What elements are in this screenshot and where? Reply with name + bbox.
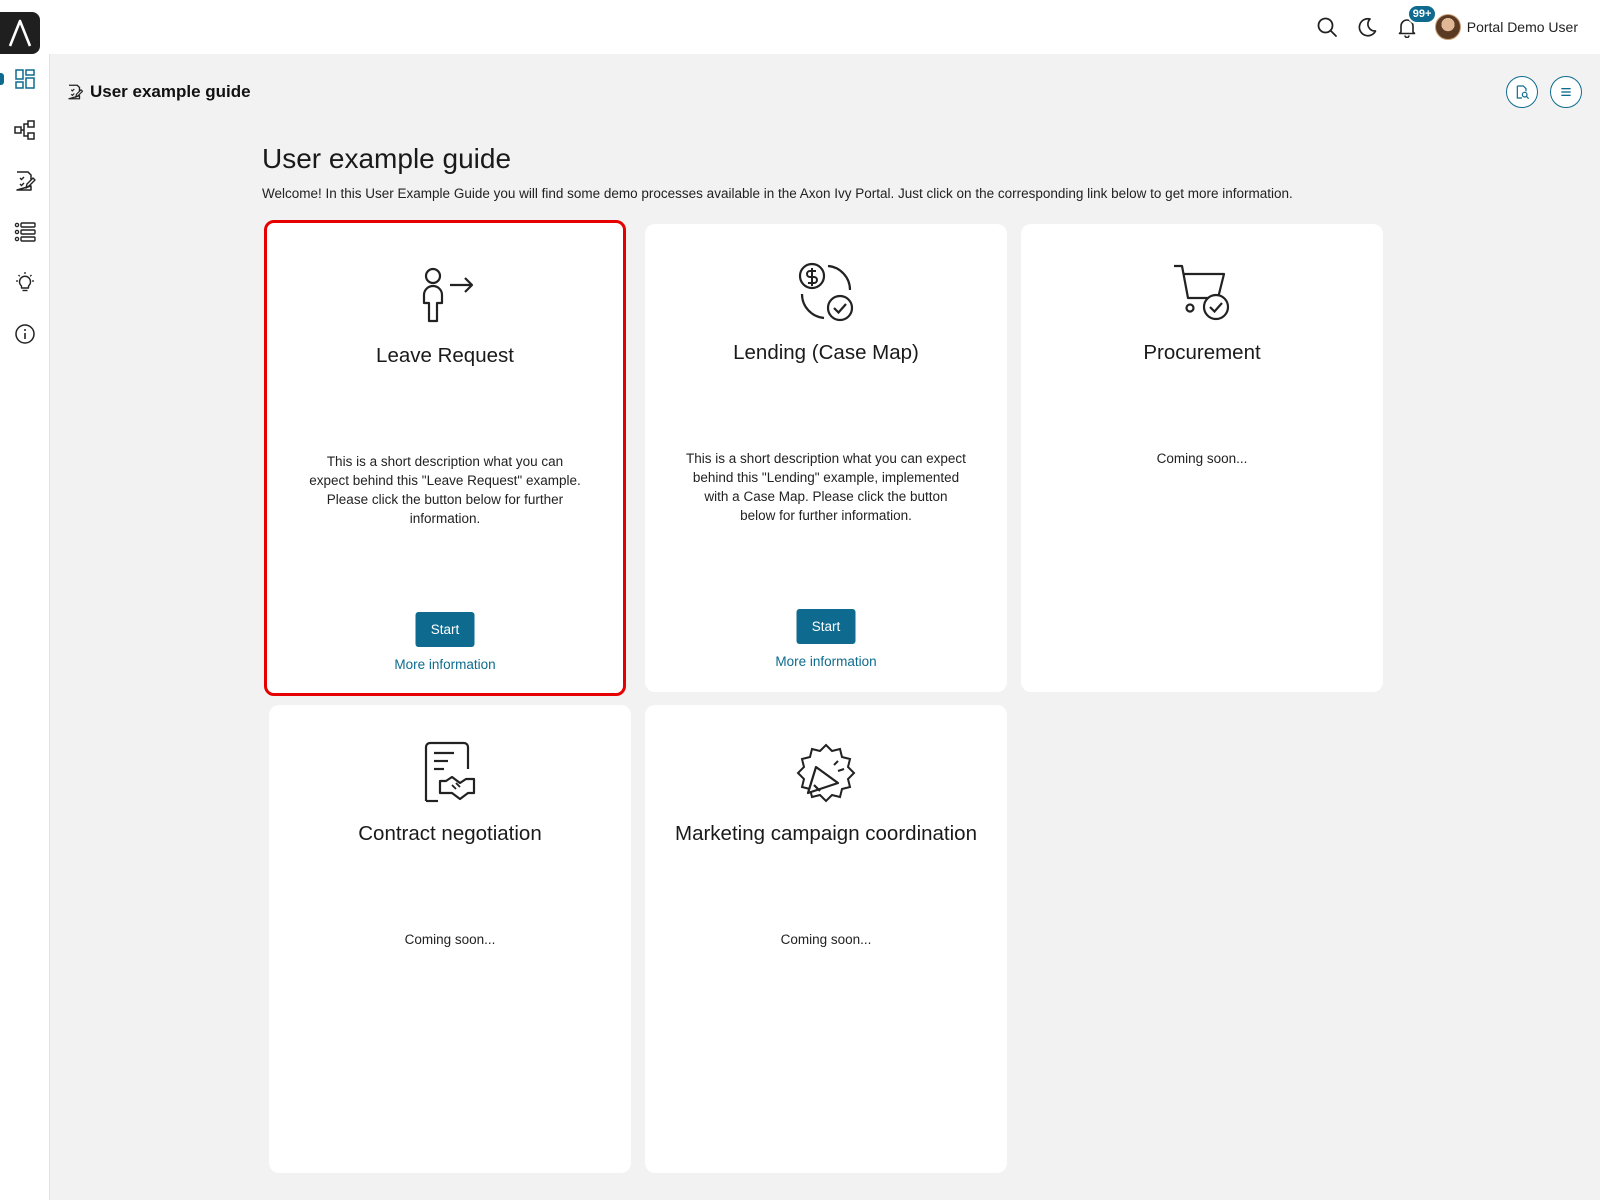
user-menu[interactable]: Portal Demo User <box>1434 14 1578 40</box>
notifications-bell-icon[interactable]: 99+ <box>1387 4 1438 44</box>
money-exchange-icon <box>798 262 854 322</box>
notification-count-badge: 99+ <box>1406 4 1438 24</box>
sidebar-item-processes[interactable] <box>10 115 40 145</box>
dark-mode-moon-icon[interactable] <box>1347 10 1387 44</box>
avatar <box>1434 14 1461 40</box>
card-lending: Lending (Case Map) This is a short descr… <box>645 224 1007 692</box>
card-marketing-campaign: Marketing campaign coordination Coming s… <box>645 705 1007 1173</box>
page-description: Welcome! In this User Example Guide you … <box>262 186 1293 201</box>
card-title: Lending (Case Map) <box>733 341 919 364</box>
sidebar-item-dashboard[interactable] <box>10 64 40 94</box>
page-header-title: User example guide <box>90 82 251 101</box>
sidebar-active-indicator <box>0 73 4 85</box>
search-icon[interactable] <box>1307 10 1347 44</box>
card-procurement: Procurement Coming soon... <box>1021 224 1383 692</box>
user-name: Portal Demo User <box>1466 19 1578 35</box>
person-leave-icon <box>422 267 474 323</box>
card-description: This is a short description what you can… <box>309 454 581 526</box>
page-title: User example guide <box>262 143 512 174</box>
card-description: Coming soon... <box>1156 451 1248 466</box>
task-edit-icon <box>16 171 36 191</box>
start-button[interactable]: Start <box>796 609 856 644</box>
sidebar-item-cases[interactable] <box>10 217 40 247</box>
card-contract-negotiation: Contract negotiation Coming soon... <box>269 705 631 1173</box>
axon-ivy-logo[interactable] <box>0 12 40 54</box>
top-bar: 99+ Portal Demo User <box>0 0 1600 54</box>
top-actions: 99+ Portal Demo User <box>1307 4 1578 44</box>
document-search-icon <box>1516 85 1530 100</box>
card-description: Coming soon... <box>780 932 872 947</box>
process-flow-icon <box>14 120 35 140</box>
card-title: Contract negotiation <box>358 822 542 845</box>
card-leave-request: Leave Request This is a short descriptio… <box>264 220 626 696</box>
menu-button[interactable] <box>1550 76 1582 108</box>
sidebar <box>0 54 50 1200</box>
sidebar-item-tasks[interactable] <box>10 166 40 196</box>
card-title: Leave Request <box>376 344 514 367</box>
page-header: User example guide <box>66 82 251 102</box>
card-description: This is a short description what you can… <box>686 451 966 523</box>
task-edit-icon <box>68 84 84 100</box>
lightbulb-icon <box>16 272 34 292</box>
card-title: Procurement <box>1143 341 1261 364</box>
sidebar-item-ideas[interactable] <box>10 268 40 298</box>
card-description: Coming soon... <box>404 932 496 947</box>
info-icon <box>15 324 35 344</box>
start-button[interactable]: Start <box>415 612 475 647</box>
dashboard-icon <box>15 69 35 89</box>
contract-handshake-icon <box>424 741 476 803</box>
card-title: Marketing campaign coordination <box>675 822 977 845</box>
sidebar-item-info[interactable] <box>10 319 40 349</box>
case-list-icon <box>14 222 36 242</box>
more-information-link[interactable]: More information <box>267 657 623 672</box>
hamburger-menu-icon <box>1561 88 1571 96</box>
more-information-link[interactable]: More information <box>645 654 1007 669</box>
megaphone-badge-icon <box>796 743 856 803</box>
dashboard-view-button[interactable] <box>1506 76 1538 108</box>
cart-check-icon <box>1174 264 1230 321</box>
